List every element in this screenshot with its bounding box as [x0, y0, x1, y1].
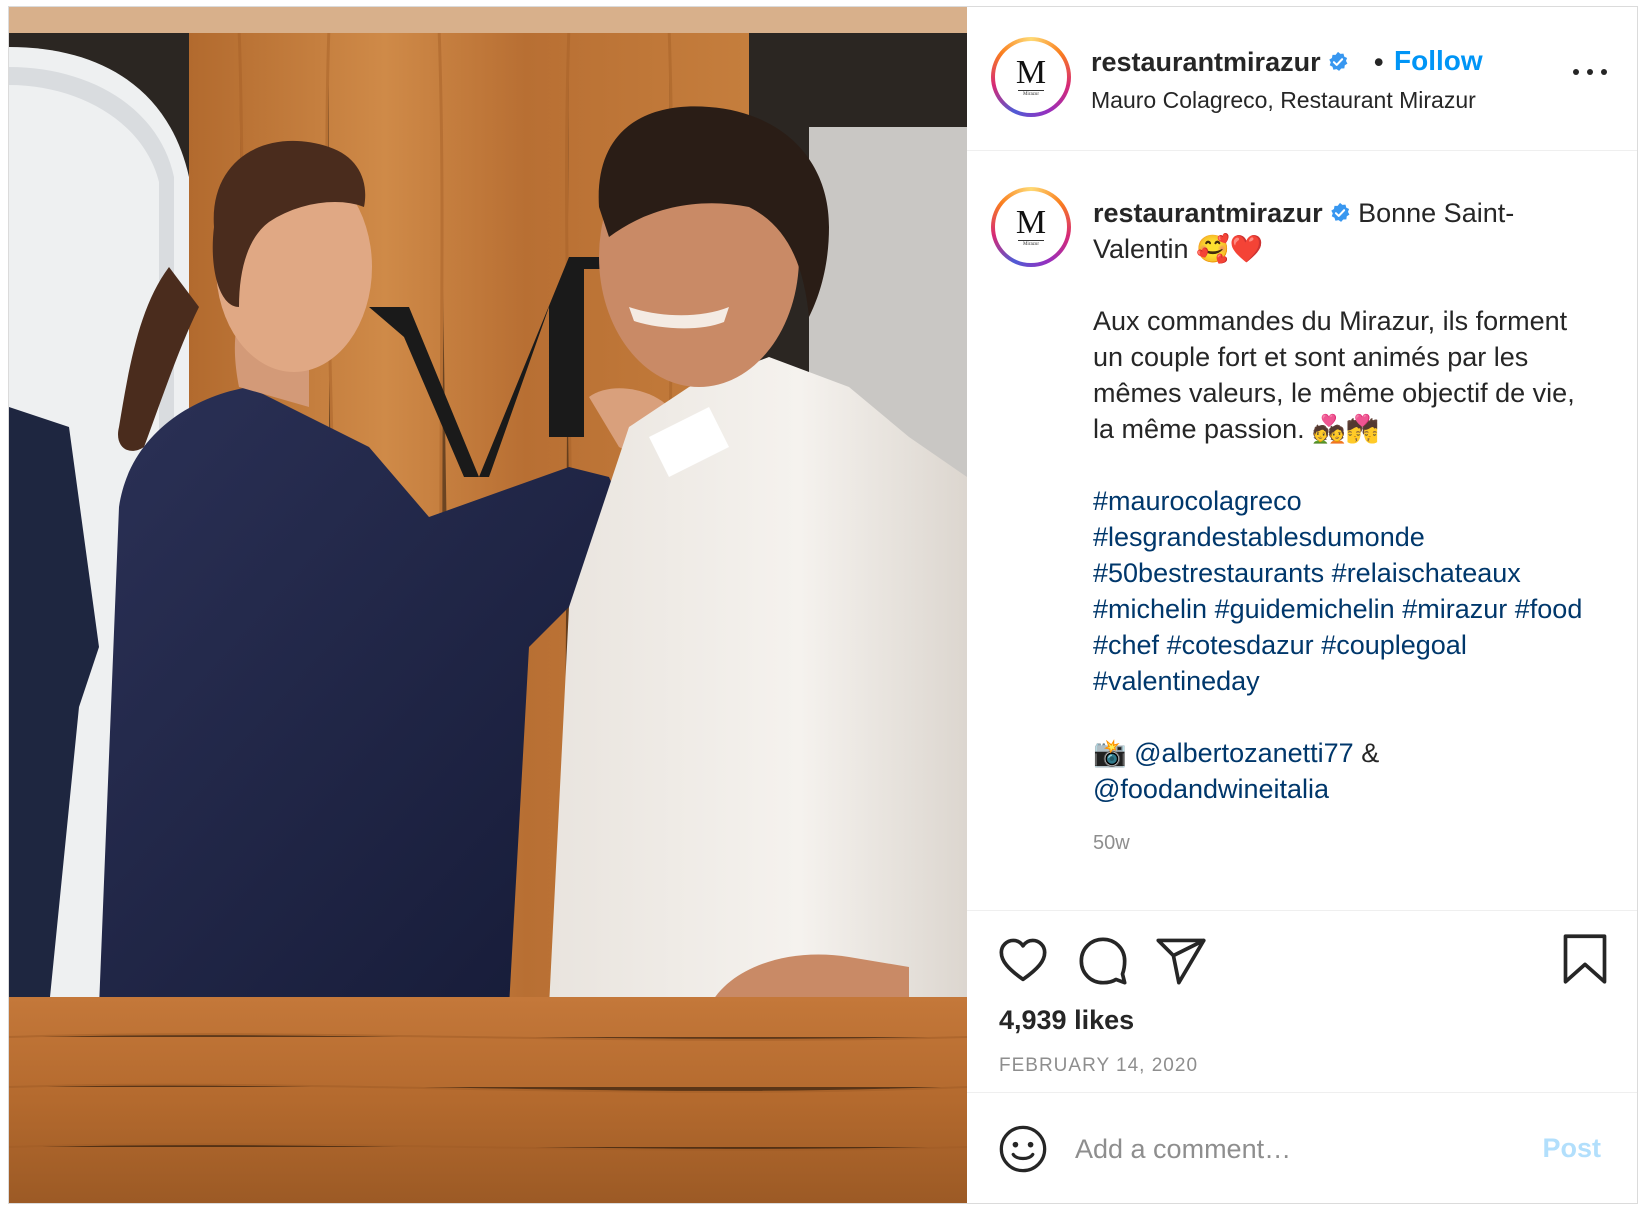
post-header: M Mirazur restaurantmirazur • Follow Mau…	[967, 7, 1637, 151]
comment-icon[interactable]	[1077, 935, 1129, 987]
post-location[interactable]: Mauro Colagreco, Restaurant Mirazur	[1091, 87, 1476, 114]
caption-body: Aux commandes du Mirazur, ils forment un…	[1093, 306, 1575, 444]
caption-hashtags: #maurocolagreco #lesgrandestablesdumonde…	[1093, 483, 1593, 699]
post-card: M Mirazur restaurantmirazur • Follow Mau…	[8, 6, 1638, 1204]
avatar-logo: M Mirazur	[995, 41, 1067, 113]
header-separator: •	[1374, 47, 1384, 77]
caption-username[interactable]: restaurantmirazur	[1093, 198, 1323, 228]
hashtag-link[interactable]: #cotesdazur	[1167, 630, 1314, 660]
post-photo-illustration	[9, 7, 967, 1203]
hashtag-link[interactable]: #couplegoal	[1321, 630, 1467, 660]
comment-input[interactable]	[1075, 1127, 1495, 1171]
hashtag-link[interactable]: #guidemichelin	[1215, 594, 1395, 624]
caption-timestamp[interactable]: 50w	[1093, 825, 1593, 861]
verified-badge-icon	[1328, 51, 1348, 71]
hashtag-link[interactable]: #lesgrandestablesdumonde	[1093, 522, 1425, 552]
more-dot-3	[1601, 69, 1607, 75]
heart-icon[interactable]	[997, 935, 1049, 987]
hashtag-link[interactable]: #mirazur	[1402, 594, 1507, 624]
credit-mention-1[interactable]: @albertozanetti77	[1134, 738, 1354, 768]
hashtag-link[interactable]: #chef	[1093, 630, 1159, 660]
avatar-logo-text: Mirazur	[1022, 241, 1040, 247]
avatar-logo-divider	[1018, 239, 1044, 241]
avatar-logo-divider	[1018, 89, 1044, 91]
post-date[interactable]: FEBRUARY 14, 2020	[999, 1055, 1198, 1077]
more-dot-2	[1587, 69, 1593, 75]
caption-avatar[interactable]: M Mirazur	[991, 187, 1071, 267]
post-actions: 4,939 likes FEBRUARY 14, 2020	[967, 911, 1637, 1093]
bookmark-icon[interactable]	[1559, 933, 1611, 985]
caption-first-line: restaurantmirazur Bonne Saint-Valentin 🥰…	[1093, 195, 1593, 267]
post-photo[interactable]	[9, 7, 967, 1203]
likes-count[interactable]: 4,939 likes	[999, 1005, 1134, 1036]
follow-button[interactable]: Follow	[1394, 45, 1483, 77]
header-username-text[interactable]: restaurantmirazur	[1091, 47, 1321, 77]
avatar-logo-letter: M	[1015, 53, 1047, 91]
more-options-icon[interactable]	[1573, 61, 1609, 81]
hashtag-link[interactable]: #50bestrestaurants	[1093, 558, 1324, 588]
comments-area: M Mirazur restaurantmirazur Bonne Saint-…	[967, 151, 1637, 911]
paper-plane-icon[interactable]	[1155, 935, 1207, 987]
post-side-panel: M Mirazur restaurantmirazur • Follow Mau…	[967, 7, 1637, 1203]
camera-emoji: 📸	[1093, 738, 1127, 768]
credit-join: &	[1361, 738, 1380, 768]
post-caption: restaurantmirazur Bonne Saint-Valentin 🥰…	[1093, 195, 1593, 861]
smiley-icon[interactable]	[997, 1123, 1049, 1175]
hashtag-link[interactable]: #michelin	[1093, 594, 1207, 624]
hashtag-link[interactable]: #maurocolagreco	[1093, 486, 1302, 516]
credit-mention-2[interactable]: @foodandwineitalia	[1093, 774, 1329, 804]
hashtag-link[interactable]: #relaischateaux	[1332, 558, 1521, 588]
avatar-logo-letter: M	[1015, 203, 1047, 241]
photo-credit: 📸 @albertozanetti77 & @foodandwineitalia	[1093, 735, 1593, 807]
hashtag-link[interactable]: #food	[1515, 594, 1583, 624]
header-username[interactable]: restaurantmirazur	[1091, 47, 1349, 78]
hashtag-link[interactable]: #valentineday	[1093, 666, 1260, 696]
more-dot-1	[1573, 69, 1579, 75]
avatar-logo: M Mirazur	[995, 191, 1067, 263]
add-comment-bar: Post	[967, 1093, 1637, 1203]
avatar-logo-text: Mirazur	[1022, 91, 1040, 97]
post-comment-button[interactable]: Post	[1542, 1133, 1601, 1164]
verified-badge-icon	[1330, 202, 1350, 222]
profile-avatar[interactable]: M Mirazur	[991, 37, 1071, 117]
